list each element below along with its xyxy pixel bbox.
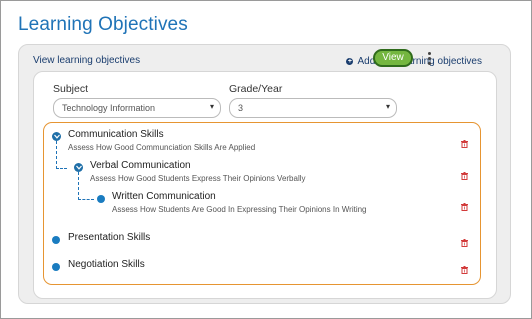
view-button[interactable]: View — [373, 49, 413, 67]
kebab-menu-icon[interactable] — [428, 52, 432, 65]
objective-description: Assess How Students Are Good In Expressi… — [112, 205, 367, 214]
trash-icon[interactable] — [461, 198, 468, 216]
add-objective-link[interactable]: + Add new learning objectives — [346, 56, 482, 67]
objective-title[interactable]: Communication Skills — [68, 129, 164, 140]
dot-icon — [97, 195, 105, 203]
subject-label: Subject — [53, 83, 89, 95]
objectives-tree: Communication Skills Assess How Good Com… — [43, 122, 481, 285]
trash-icon[interactable] — [461, 261, 468, 279]
expand-toggle-icon[interactable] — [52, 132, 61, 141]
subject-select[interactable]: Technology Information ▾ — [53, 98, 221, 118]
dot-icon — [52, 263, 60, 271]
dot-icon — [52, 236, 60, 244]
section-label: View learning objectives — [33, 55, 141, 66]
chevron-down-icon: ▾ — [209, 102, 214, 111]
chevron-down-icon: ▾ — [385, 102, 390, 111]
grade-select[interactable]: 3 ▾ — [229, 98, 397, 118]
trash-icon[interactable] — [461, 167, 468, 185]
subject-value: Technology Information — [62, 103, 156, 113]
expand-toggle-icon[interactable] — [74, 163, 83, 172]
objective-title[interactable]: Presentation Skills — [68, 232, 150, 243]
grade-value: 3 — [238, 103, 244, 113]
objective-title[interactable]: Written Communication — [112, 191, 216, 202]
trash-icon[interactable] — [461, 234, 468, 252]
page-title: Learning Objectives — [18, 14, 188, 35]
objective-title[interactable]: Verbal Communication — [90, 160, 191, 171]
grade-label: Grade/Year — [229, 83, 283, 95]
objective-title[interactable]: Negotiation Skills — [68, 259, 145, 270]
objective-description: Assess How Good Communciation Skills Are… — [68, 143, 256, 152]
objective-description: Assess How Good Students Express Their O… — [90, 174, 306, 183]
trash-icon[interactable] — [461, 135, 468, 153]
plus-circle-icon: + — [346, 58, 354, 65]
tree-connector — [56, 141, 67, 169]
